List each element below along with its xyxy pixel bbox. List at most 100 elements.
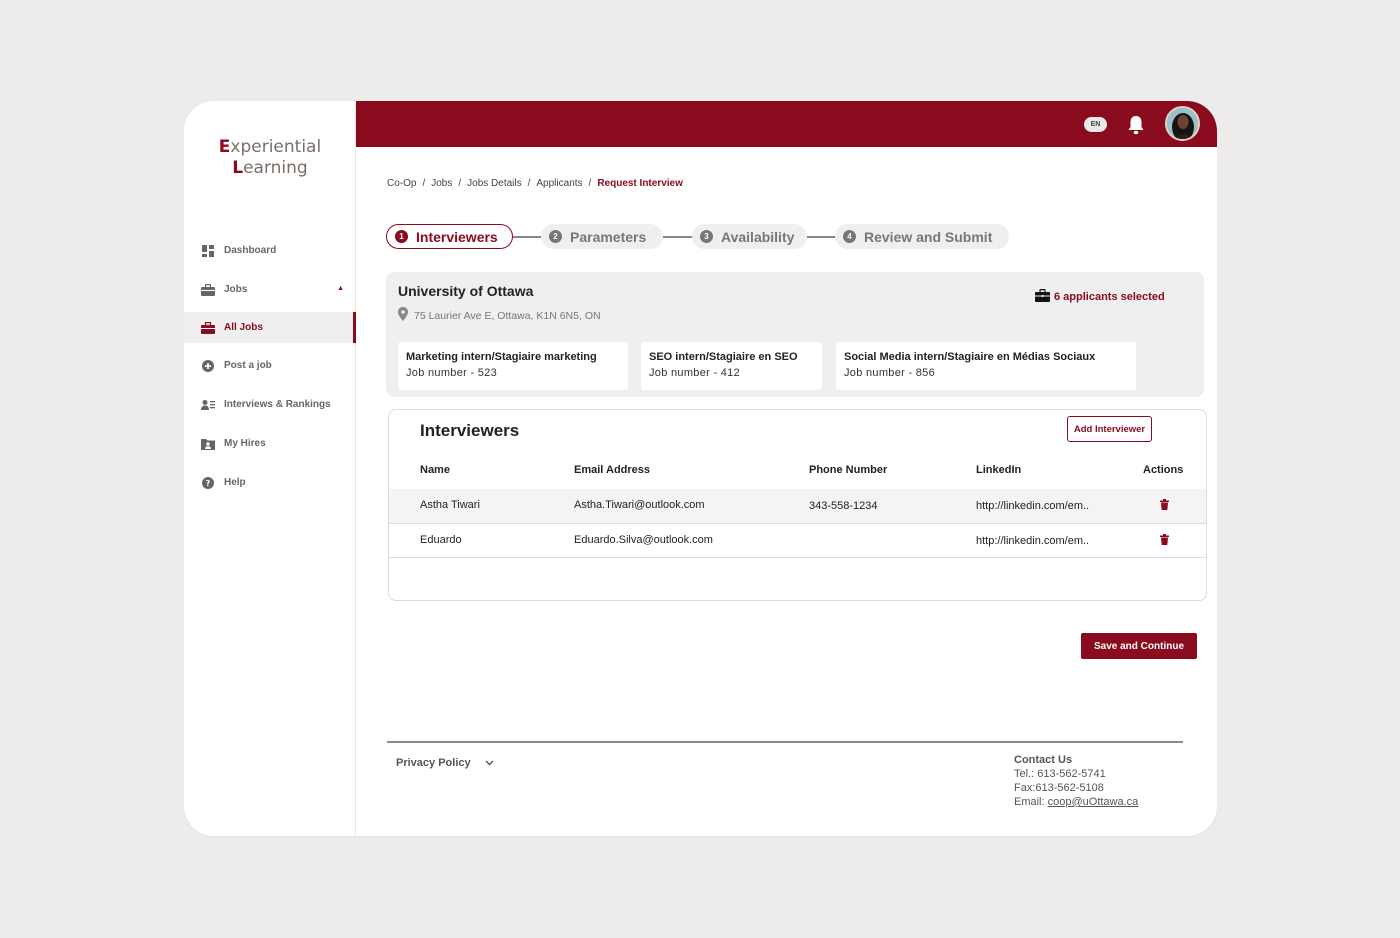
briefcase-icon (201, 321, 215, 335)
job-card[interactable]: SEO intern/Stagiaire en SEO Job number -… (641, 342, 822, 390)
applicants-selected[interactable]: 6 applicants selected (1035, 289, 1165, 305)
step-connector (806, 236, 838, 238)
step-review-and-submit[interactable]: 4 Review and Submit (835, 224, 1009, 249)
logo-word-2: earning (243, 158, 308, 178)
briefcase-icon (1035, 289, 1050, 305)
job-title: Social Media intern/Stagiaire en Médias … (844, 351, 1096, 363)
cell-phone: 343-558-1234 (809, 500, 878, 512)
job-number: Job number - 523 (406, 367, 498, 379)
trash-icon[interactable] (1160, 499, 1169, 510)
step-connector (512, 236, 544, 238)
sidebar-item-interviews-rankings[interactable]: Interviews & Rankings (184, 389, 356, 420)
footer-divider (387, 741, 1183, 743)
cell-name: Astha Tiwari (420, 499, 480, 511)
interviewers-card: Interviewers Add Interviewer Name Email … (388, 409, 1207, 601)
university-name: University of Ottawa (398, 283, 534, 299)
trash-icon[interactable] (1160, 534, 1169, 545)
breadcrumb-applicants[interactable]: Applicants (536, 178, 582, 189)
step-number: 3 (700, 230, 713, 243)
logo: Experiential Learning (184, 137, 356, 179)
breadcrumb-jobs[interactable]: Jobs (431, 178, 452, 189)
dashboard-icon (201, 244, 215, 258)
plus-circle-icon (201, 359, 215, 373)
bell-icon[interactable] (1127, 115, 1145, 135)
sidebar-item-label: Jobs (224, 284, 248, 295)
sidebar-item-dashboard[interactable]: Dashboard (184, 235, 356, 266)
sidebar-item-label: Dashboard (224, 245, 277, 256)
app-window: Experiential Learning Dashboard Jobs ▲ A… (184, 101, 1217, 836)
sidebar-item-label: All Jobs (224, 322, 263, 333)
step-label: Availability (721, 228, 795, 245)
add-interviewer-button[interactable]: Add Interviewer (1067, 416, 1152, 442)
job-title: SEO intern/Stagiaire en SEO (649, 351, 798, 363)
save-and-continue-button[interactable]: Save and Continue (1081, 633, 1197, 659)
svg-text:?: ? (206, 479, 211, 488)
job-card[interactable]: Marketing intern/Stagiaire marketing Job… (398, 342, 628, 390)
job-title: Marketing intern/Stagiaire marketing (406, 351, 597, 363)
cell-email: Eduardo.Silva@outlook.com (574, 534, 713, 546)
person-list-icon (201, 398, 215, 412)
cell-name: Eduardo (420, 534, 462, 546)
breadcrumb-current: Request Interview (597, 178, 683, 189)
sidebar-item-post-a-job[interactable]: Post a job (184, 350, 356, 381)
cell-email: Astha.Tiwari@outlook.com (574, 499, 705, 511)
breadcrumb: Co-Op / Jobs / Jobs Details / Applicants / R… (387, 178, 689, 189)
help-icon: ? (201, 476, 215, 490)
logo-letter-l: L (232, 158, 244, 178)
step-parameters[interactable]: 2 Parameters (541, 224, 663, 249)
table-row: Eduardo Eduardo.Silva@outlook.com http:/… (389, 524, 1206, 558)
sidebar-item-label: Interviews & Rankings (224, 399, 331, 410)
step-number: 2 (549, 230, 562, 243)
address-text: 75 Laurier Ave E, Ottawa, K1N 6N5, ON (414, 309, 601, 322)
sidebar-item-jobs[interactable]: Jobs ▲ (184, 274, 356, 305)
row-divider (389, 557, 1206, 558)
job-card[interactable]: Social Media intern/Stagiaire en Médias … (836, 342, 1136, 390)
breadcrumb-jobs-details[interactable]: Jobs Details (467, 178, 521, 189)
column-header-linkedin: LinkedIn (976, 464, 1022, 476)
step-interviewers[interactable]: 1 Interviewers (386, 224, 513, 249)
briefcase-icon (201, 283, 215, 297)
breadcrumb-separator: / (458, 178, 462, 189)
chevron-down-icon (485, 758, 494, 768)
privacy-policy-label: Privacy Policy (396, 757, 471, 769)
cell-linkedin[interactable]: http://linkedin.com/em.. (976, 500, 1089, 512)
language-toggle[interactable]: EN (1084, 117, 1107, 132)
person-folder-icon (201, 437, 215, 451)
logo-word-1: xperiential (230, 137, 322, 157)
contact-email-link[interactable]: coop@uOttawa.ca (1048, 796, 1139, 808)
step-availability[interactable]: 3 Availability (692, 224, 807, 249)
sidebar: Experiential Learning Dashboard Jobs ▲ A… (184, 101, 356, 836)
privacy-policy-toggle[interactable]: Privacy Policy (396, 757, 494, 769)
interviewers-title: Interviewers (420, 421, 520, 440)
avatar[interactable] (1165, 106, 1200, 141)
column-header-actions: Actions (1143, 464, 1184, 476)
step-label: Interviewers (416, 228, 498, 245)
column-header-phone: Phone Number (809, 464, 888, 476)
sidebar-item-my-hires[interactable]: My Hires (184, 428, 356, 459)
column-header-email: Email Address (574, 464, 651, 476)
step-number: 4 (843, 230, 856, 243)
cell-linkedin[interactable]: http://linkedin.com/em.. (976, 535, 1089, 547)
sidebar-item-all-jobs[interactable]: All Jobs (184, 312, 356, 343)
contact-title: Contact Us (1014, 754, 1073, 766)
column-header-name: Name (420, 464, 450, 476)
step-label: Parameters (570, 228, 647, 245)
sidebar-item-help[interactable]: ? Help (184, 467, 356, 498)
job-number: Job number - 856 (844, 367, 936, 379)
logo-letter-e: E (218, 137, 231, 157)
contact-fax: Fax:613-562-5108 (1014, 782, 1104, 794)
sidebar-item-label: Help (224, 477, 246, 488)
university-card: University of Ottawa 75 Laurier Ave E, O… (386, 272, 1204, 397)
caret-up-icon: ▲ (337, 285, 344, 292)
breadcrumb-co-op[interactable]: Co-Op (387, 178, 416, 189)
step-label: Review and Submit (864, 228, 993, 245)
breadcrumb-separator: / (527, 178, 531, 189)
contact-email-label: Email: (1014, 796, 1048, 808)
breadcrumb-separator: / (588, 178, 592, 189)
stepper: 1 Interviewers 2 Parameters 3 Availabili… (386, 224, 1026, 250)
location-pin-icon (398, 307, 408, 324)
contact-tel: Tel.: 613-562-5741 (1014, 768, 1106, 780)
university-address: 75 Laurier Ave E, Ottawa, K1N 6N5, ON (398, 307, 601, 324)
breadcrumb-separator: / (422, 178, 426, 189)
sidebar-item-label: My Hires (224, 438, 266, 449)
